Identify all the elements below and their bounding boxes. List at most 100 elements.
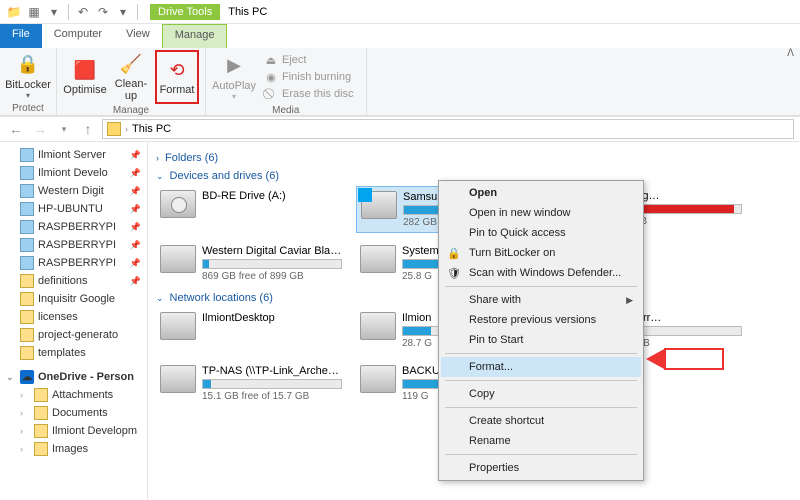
ribbon-collapse-icon[interactable]: ᐱ xyxy=(787,48,794,59)
separator xyxy=(68,4,69,20)
menu-item[interactable]: Rename xyxy=(441,431,641,451)
tree-item[interactable]: RASPBERRYPI📌 xyxy=(2,218,145,236)
submenu-arrow-icon: ▶ xyxy=(626,295,633,306)
folder-icon: 📁 xyxy=(6,4,22,20)
tab-manage[interactable]: Manage xyxy=(162,24,228,48)
tree-item[interactable]: ›Images xyxy=(2,440,145,458)
menu-item[interactable]: Pin to Start xyxy=(441,330,641,350)
forward-button[interactable]: → xyxy=(30,119,50,139)
menu-item[interactable]: 🔒Turn BitLocker on xyxy=(441,243,641,263)
tree-item[interactable]: Inquisitr Google xyxy=(2,290,145,308)
menu-item[interactable]: Properties xyxy=(441,458,641,478)
navigation-pane[interactable]: Ilmiont Server📌Ilmiont Develo📌Western Di… xyxy=(0,142,148,500)
redo-icon[interactable]: ↷ xyxy=(95,4,111,20)
bitlocker-button[interactable]: 🔒 BitLocker ▾ xyxy=(6,50,50,102)
undo-icon[interactable]: ↶ xyxy=(75,4,91,20)
tree-item[interactable]: RASPBERRYPI📌 xyxy=(2,254,145,272)
drive-name: BD-RE Drive (A:) xyxy=(202,190,342,202)
section-folders[interactable]: › Folders (6) xyxy=(156,152,792,164)
tab-view[interactable]: View xyxy=(114,24,162,48)
tree-item[interactable]: ›Attachments xyxy=(2,386,145,404)
menu-separator xyxy=(445,454,637,455)
tree-item[interactable]: RASPBERRYPI📌 xyxy=(2,236,145,254)
history-dropdown[interactable]: ▾ xyxy=(54,119,74,139)
window-title: This PC xyxy=(220,4,275,20)
drive-tile[interactable]: TP-NAS (\\TP-Link_ArcherC7) (W:) 15.1 GB… xyxy=(156,361,346,406)
menu-item-label: Pin to Start xyxy=(469,334,523,346)
menu-item[interactable]: Format... xyxy=(441,357,641,377)
chevron-down-icon: ▾ xyxy=(232,92,236,101)
tree-item[interactable]: templates xyxy=(2,344,145,362)
autoplay-button[interactable]: ▶ AutoPlay ▾ xyxy=(212,50,256,104)
drive-tile[interactable]: BD-RE Drive (A:) xyxy=(156,186,346,233)
drive-icon xyxy=(360,312,396,340)
annotation-arrow xyxy=(664,348,724,370)
finish-burning-button[interactable]: ◉Finish burning xyxy=(262,69,356,85)
menu-item-icon: 🛡 xyxy=(447,266,461,280)
menu-item[interactable]: Open in new window xyxy=(441,203,641,223)
address-bar: ← → ▾ ↑ › This PC xyxy=(0,116,800,142)
main-pane[interactable]: › Folders (6) ⌄ Devices and drives (6) B… xyxy=(148,142,800,500)
section-devices-label: Devices and drives (6) xyxy=(170,170,279,182)
optimise-label: Optimise xyxy=(63,84,106,96)
cleanup-button[interactable]: 🧹 Clean-up xyxy=(109,50,153,104)
menu-item[interactable]: Share with▶ xyxy=(441,290,641,310)
drive-name: Western Digital Caviar Black B (H:) xyxy=(202,245,342,257)
eject-button[interactable]: ⏏Eject xyxy=(262,52,356,68)
tree-item[interactable]: ›Ilmiont Developm xyxy=(2,422,145,440)
tree-item[interactable]: Ilmiont Develo📌 xyxy=(2,164,145,182)
tab-file[interactable]: File xyxy=(0,24,42,48)
drive-icon xyxy=(160,312,196,340)
ribbon-group-protect: 🔒 BitLocker ▾ Protect xyxy=(0,48,57,115)
group-label-protect: Protect xyxy=(6,102,50,115)
drive-free-text: 869 GB free of 899 GB xyxy=(202,271,342,282)
chevron-down-icon: ⌄ xyxy=(156,293,164,304)
drive-tile[interactable]: Western Digital Caviar Black B (H:) 869 … xyxy=(156,241,346,286)
format-label: Format xyxy=(160,84,195,96)
menu-item[interactable]: Open xyxy=(441,183,641,203)
tree-item[interactable]: Ilmiont Server📌 xyxy=(2,146,145,164)
menu-item-label: Open in new window xyxy=(469,207,571,219)
properties-icon[interactable]: ▦ xyxy=(26,4,42,20)
bitlocker-label: BitLocker xyxy=(5,79,51,91)
menu-item[interactable]: Restore previous versions xyxy=(441,310,641,330)
tree-item[interactable]: Western Digit📌 xyxy=(2,182,145,200)
menu-item-label: Create shortcut xyxy=(469,415,544,427)
format-icon: ⟲ xyxy=(165,58,189,82)
capacity-bar xyxy=(202,259,342,269)
ribbon-group-media: ▶ AutoPlay ▾ ⏏Eject ◉Finish burning ⃠Era… xyxy=(206,48,367,115)
ribbon: 🔒 BitLocker ▾ Protect 🟥 Optimise 🧹 Clean… xyxy=(0,48,800,116)
chevron-down-icon: ▾ xyxy=(26,91,30,100)
format-button[interactable]: ⟲ Format xyxy=(155,50,199,104)
erase-disc-button[interactable]: ⃠Erase this disc xyxy=(262,86,356,102)
optimise-button[interactable]: 🟥 Optimise xyxy=(63,50,107,104)
menu-item-label: Properties xyxy=(469,462,519,474)
optimise-icon: 🟥 xyxy=(73,58,97,82)
burn-icon: ◉ xyxy=(264,70,278,84)
tree-item[interactable]: ›Documents xyxy=(2,404,145,422)
chevron-right-icon: › xyxy=(125,124,128,134)
drive-tile[interactable]: IlmiontDesktop xyxy=(156,308,346,353)
qat-dropdown-icon[interactable]: ▾ xyxy=(115,4,131,20)
tree-item[interactable]: definitions📌 xyxy=(2,272,145,290)
group-label-media: Media xyxy=(212,104,360,117)
back-button[interactable]: ← xyxy=(6,119,26,139)
tree-item[interactable]: HP-UBUNTU📌 xyxy=(2,200,145,218)
qat-dropdown-icon[interactable]: ▾ xyxy=(46,4,62,20)
menu-item[interactable]: Pin to Quick access xyxy=(441,223,641,243)
tree-item[interactable]: licenses xyxy=(2,308,145,326)
menu-item-label: Restore previous versions xyxy=(469,314,596,326)
menu-item[interactable]: Copy xyxy=(441,384,641,404)
menu-item[interactable]: 🛡Scan with Windows Defender... xyxy=(441,263,641,283)
address-field[interactable]: › This PC xyxy=(102,119,794,139)
tree-item-onedrive[interactable]: ⌄☁OneDrive - Person xyxy=(2,368,145,386)
chevron-down-icon: ⌄ xyxy=(156,171,164,182)
up-button[interactable]: ↑ xyxy=(78,119,98,139)
this-pc-icon xyxy=(107,122,121,136)
tab-computer[interactable]: Computer xyxy=(42,24,114,48)
menu-item[interactable]: Create shortcut xyxy=(441,411,641,431)
chevron-right-icon: › xyxy=(156,153,159,163)
tree-item[interactable]: project-generato xyxy=(2,326,145,344)
drive-icon xyxy=(160,190,196,218)
media-small-list: ⏏Eject ◉Finish burning ⃠Erase this disc xyxy=(258,50,360,104)
